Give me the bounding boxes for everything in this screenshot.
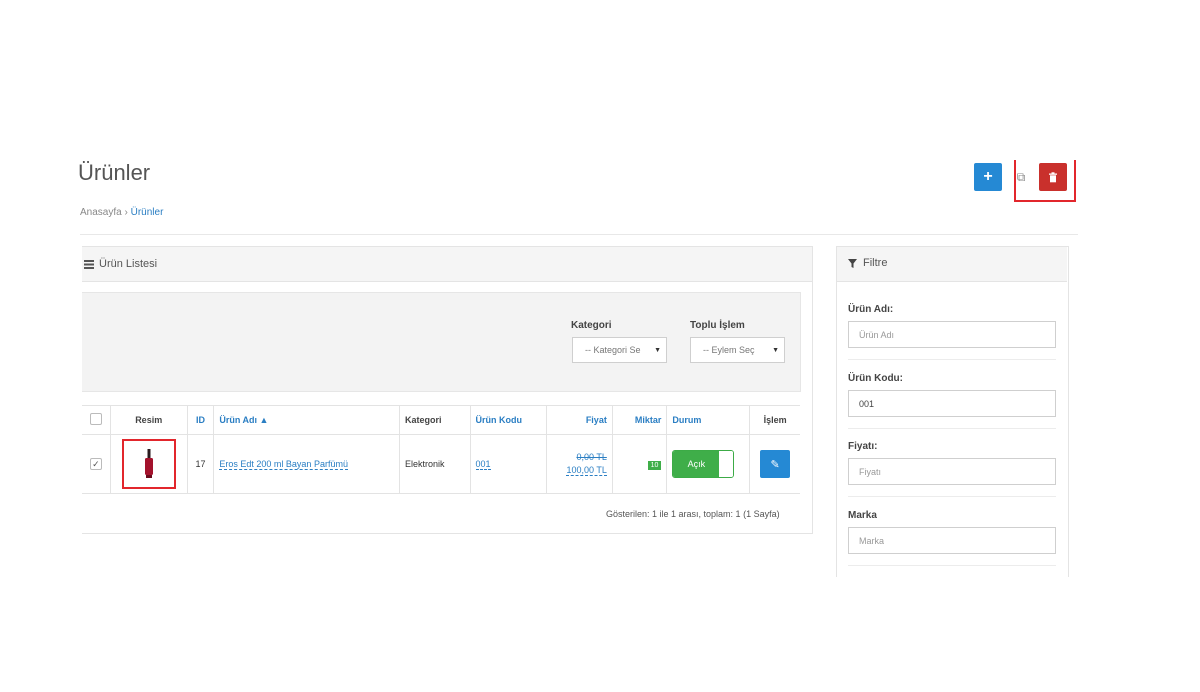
- product-quantity-cell: 10: [611, 434, 668, 494]
- filter-name-label: Ürün Adı:: [848, 304, 894, 315]
- category-select[interactable]: -- Kategori Se ▼: [572, 337, 667, 363]
- breadcrumb-separator: ›: [124, 207, 128, 218]
- column-header-quantity[interactable]: Miktar: [611, 405, 668, 435]
- product-name-link[interactable]: Eros Edt 200 ml Bayan Parfümü: [219, 459, 348, 470]
- product-name-cell: Eros Edt 200 ml Bayan Parfümü: [213, 434, 400, 494]
- edit-button[interactable]: ✎: [760, 450, 791, 478]
- filter-code-label: Ürün Kodu:: [848, 373, 903, 384]
- bulk-action-select-value: -- Eylem Seç: [703, 345, 755, 355]
- select-all-checkbox[interactable]: [89, 413, 102, 425]
- product-price[interactable]: 100,00 TL: [566, 465, 607, 476]
- product-list-title-text: Ürün Listesi: [99, 258, 158, 270]
- filter-separator: [848, 496, 1056, 497]
- pencil-icon: ✎: [770, 458, 780, 471]
- highlight-box-image: [121, 439, 176, 489]
- table-row: ✓ 17 Eros Edt 200 ml Bayan Parfümü Elekt…: [82, 434, 800, 494]
- header-divider: [80, 234, 1078, 235]
- product-price-cell: 0,00 TL 100,00 TL: [545, 434, 613, 494]
- product-status-cell: Açık: [666, 434, 751, 494]
- plus-icon: +: [983, 168, 993, 185]
- product-list-panel-header: [82, 247, 812, 282]
- filter-brand-placeholder: Marka: [859, 535, 885, 546]
- column-header-category: Kategori: [399, 405, 471, 435]
- status-toggle-label: Açık: [673, 451, 720, 477]
- product-code-link[interactable]: 001: [475, 459, 491, 470]
- product-code-cell: 001: [469, 434, 547, 494]
- filter-name-input[interactable]: Ürün Adı: [848, 321, 1056, 348]
- breadcrumb: Anasayfa › Ürünler: [80, 207, 163, 218]
- filter-price-input[interactable]: Fiyatı: [848, 458, 1056, 485]
- breadcrumb-current[interactable]: Ürünler: [131, 207, 164, 218]
- product-price-old[interactable]: 0,00 TL: [552, 451, 606, 464]
- filter-separator: [848, 428, 1056, 429]
- column-header-price[interactable]: Fiyat: [545, 405, 613, 435]
- bulk-action-label: Toplu İşlem: [690, 320, 745, 331]
- page-title: Ürünler: [78, 160, 151, 185]
- filter-separator: [848, 565, 1056, 566]
- filter-price-placeholder: Fiyatı: [859, 466, 882, 477]
- status-toggle[interactable]: Açık: [672, 450, 735, 478]
- list-icon: [84, 259, 94, 269]
- perfume-bottle-image[interactable]: [143, 449, 155, 479]
- highlight-box-actions: [1014, 160, 1076, 202]
- column-header-image: Resim: [109, 405, 188, 435]
- filter-brand-input[interactable]: Marka: [848, 527, 1056, 554]
- filter-name-placeholder: Ürün Adı: [859, 329, 895, 340]
- filter-price-label: Fiyatı:: [848, 441, 878, 452]
- product-action-cell: ✎: [749, 434, 800, 494]
- product-table: Resim ID Ürün Adı ▲ Kategori Ürün Kodu F…: [82, 405, 800, 494]
- column-header-id[interactable]: ID: [186, 405, 215, 435]
- pagination-info: Gösterilen: 1 ile 1 arası, toplam: 1 (1 …: [606, 509, 780, 519]
- add-product-button[interactable]: +: [974, 163, 1002, 191]
- row-checkbox[interactable]: ✓: [89, 458, 102, 470]
- bulk-action-select[interactable]: -- Eylem Seç ▼: [690, 337, 785, 363]
- caret-down-icon: ▼: [654, 346, 661, 354]
- table-header-row: Resim ID Ürün Adı ▲ Kategori Ürün Kodu F…: [82, 405, 800, 435]
- product-image-cell: [109, 434, 188, 494]
- product-category: Elektronik: [399, 434, 471, 494]
- quantity-badge[interactable]: 10: [647, 460, 662, 470]
- status-toggle-knob: [719, 451, 734, 477]
- column-header-code[interactable]: Ürün Kodu: [469, 405, 547, 435]
- select-all-header[interactable]: [82, 405, 111, 435]
- filter-code-value: 001: [859, 398, 875, 409]
- filter-panel-title-text: Filtre: [863, 257, 888, 269]
- product-id: 17: [186, 434, 215, 494]
- filter-icon: [848, 258, 857, 268]
- caret-down-icon: ▼: [772, 346, 779, 354]
- category-filter-label: Kategori: [571, 320, 612, 331]
- category-select-value: -- Kategori Se: [585, 345, 641, 355]
- row-select-cell: ✓: [82, 434, 111, 494]
- filter-code-input[interactable]: 001: [848, 390, 1056, 417]
- filter-panel-title: Filtre: [848, 257, 887, 269]
- column-header-action: İşlem: [749, 405, 800, 435]
- filter-brand-label: Marka: [848, 510, 877, 521]
- product-list-title: Ürün Listesi: [84, 258, 157, 270]
- breadcrumb-home[interactable]: Anasayfa: [80, 207, 122, 218]
- column-header-name[interactable]: Ürün Adı ▲: [213, 405, 400, 435]
- filter-separator: [848, 359, 1056, 360]
- column-header-status[interactable]: Durum: [666, 405, 751, 435]
